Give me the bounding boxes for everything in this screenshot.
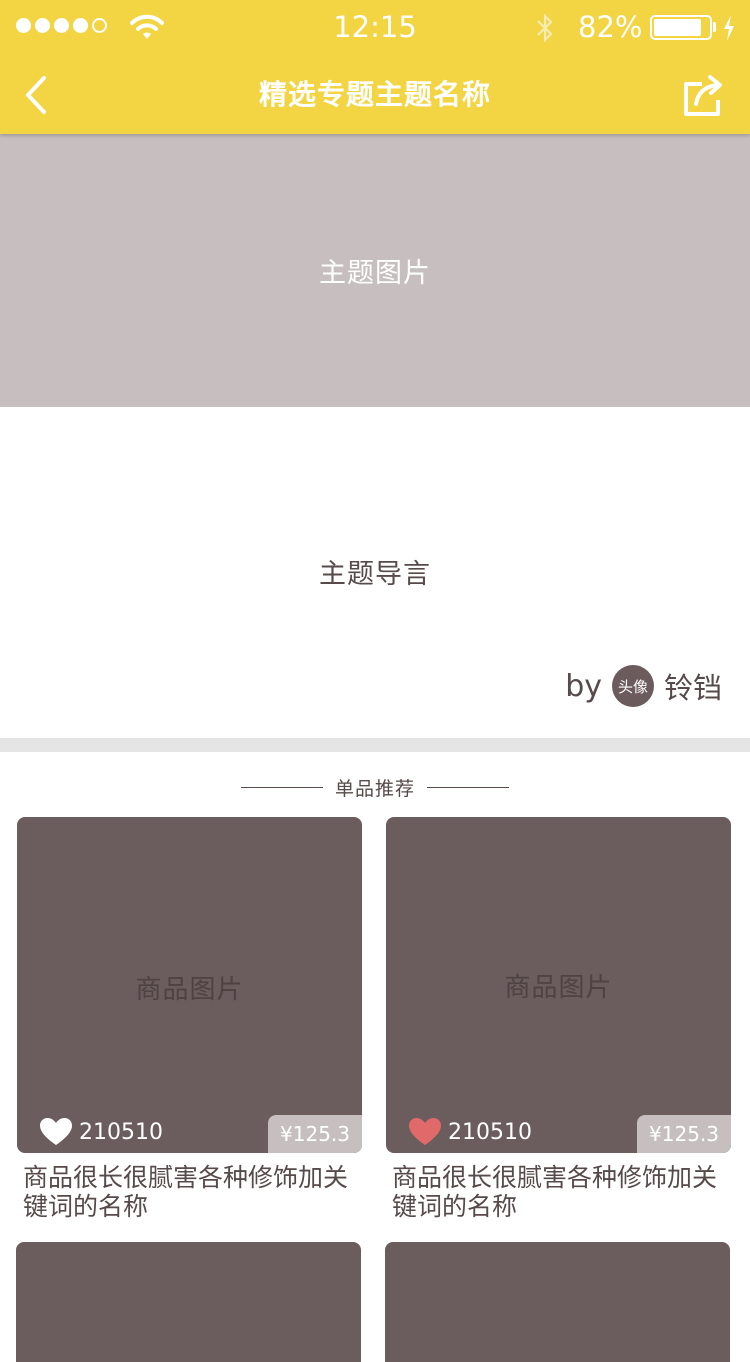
topic-intro-text: 主题导言	[319, 559, 431, 590]
section-line-right	[427, 786, 509, 788]
topic-intro: 主题导言 by 头像 铃铛	[0, 407, 750, 738]
product-image-label: 商品图片	[504, 973, 613, 1003]
product-card-partial[interactable]	[385, 1242, 730, 1362]
product-image[interactable]: 商品图片 210510 ¥125.3	[386, 817, 731, 1153]
section-heading: 单品推荐	[0, 772, 750, 802]
like-count: 210510	[448, 1119, 532, 1145]
section-divider	[0, 738, 750, 752]
section-line-left	[240, 786, 323, 788]
battery-cap	[713, 22, 716, 32]
like-count: 210510	[79, 1119, 163, 1145]
product-card-partial[interactable]	[16, 1242, 361, 1362]
like-button[interactable]: 210510	[39, 1117, 163, 1147]
product-card[interactable]: 商品图片 210510 ¥125.3 商品很长很腻害各种修饰加关键词的名称	[386, 817, 731, 1221]
share-icon	[684, 75, 722, 116]
price-badge: ¥125.3	[637, 1115, 731, 1153]
heart-icon	[40, 1118, 72, 1145]
product-image-label: 商品图片	[135, 975, 244, 1005]
battery-icon	[650, 15, 712, 40]
price-badge: ¥125.3	[268, 1115, 362, 1153]
section-title: 单品推荐	[334, 777, 415, 800]
header: 12:15 82% 精选专题主题名称	[0, 0, 750, 134]
author-info[interactable]: by 头像 铃铛	[565, 665, 722, 707]
author-name[interactable]: 铃铛	[664, 665, 722, 707]
share-button[interactable]	[676, 68, 728, 122]
heart-icon	[409, 1118, 441, 1145]
author-by-label: by	[565, 668, 602, 704]
page-title: 精选专题主题名称	[258, 78, 491, 111]
like-button[interactable]: 210510	[408, 1117, 532, 1147]
battery-percentage: 82%	[578, 10, 643, 44]
product-image[interactable]: 商品图片 210510 ¥125.3	[17, 817, 362, 1153]
bluetooth-icon	[537, 13, 553, 43]
avatar[interactable]: 头像	[611, 665, 654, 707]
charging-bolt-icon	[724, 15, 734, 41]
product-card[interactable]: 商品图片 210510 ¥125.3 商品很长很腻害各种修饰加关键词的名称	[17, 817, 362, 1221]
product-name[interactable]: 商品很长很腻害各种修饰加关键词的名称	[17, 1163, 368, 1221]
product-name[interactable]: 商品很长很腻害各种修饰加关键词的名称	[386, 1163, 737, 1221]
status-bar: 12:15 82%	[0, 0, 750, 54]
topic-image: 主题图片	[0, 134, 750, 407]
topic-image-label: 主题图片	[319, 258, 431, 289]
